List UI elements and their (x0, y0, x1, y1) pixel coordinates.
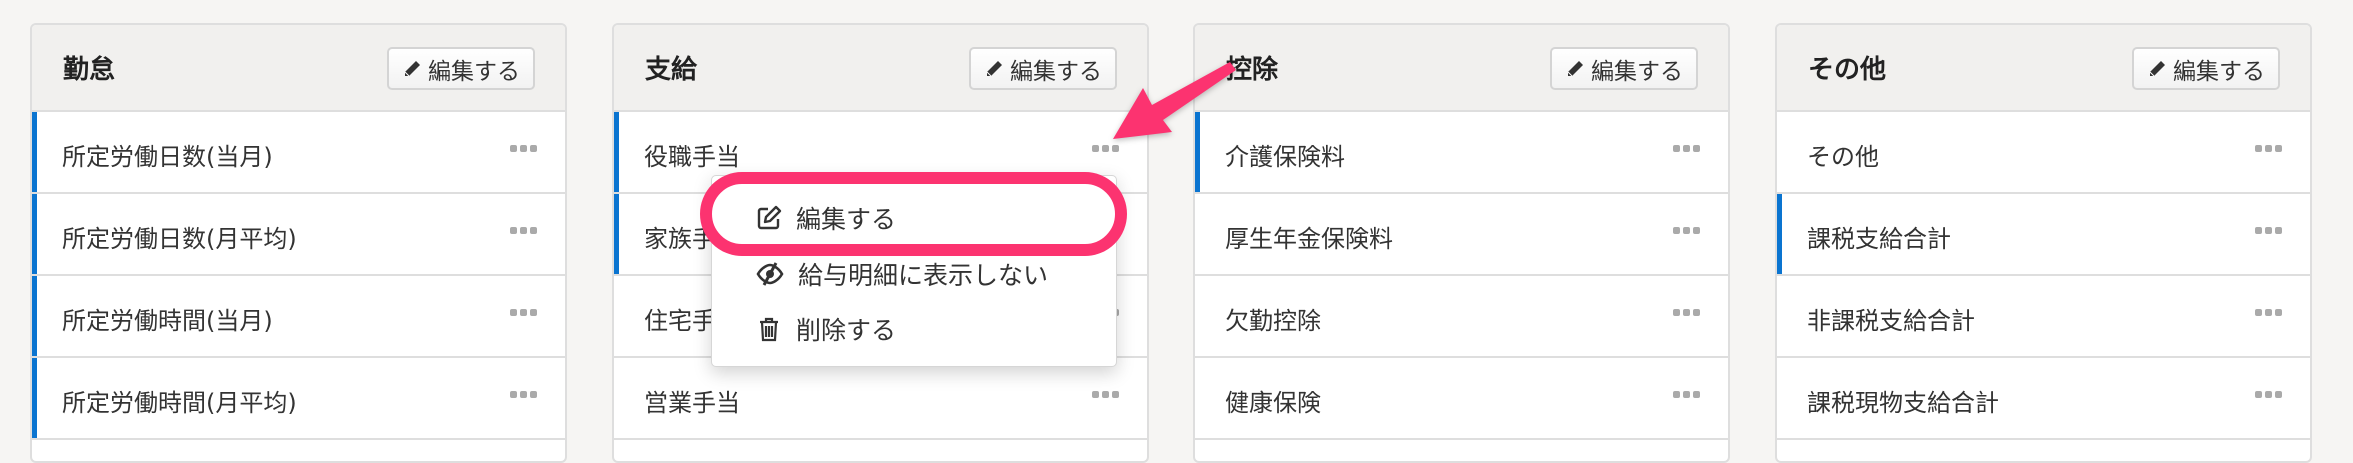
annotation-arrow-icon (1113, 62, 1236, 139)
